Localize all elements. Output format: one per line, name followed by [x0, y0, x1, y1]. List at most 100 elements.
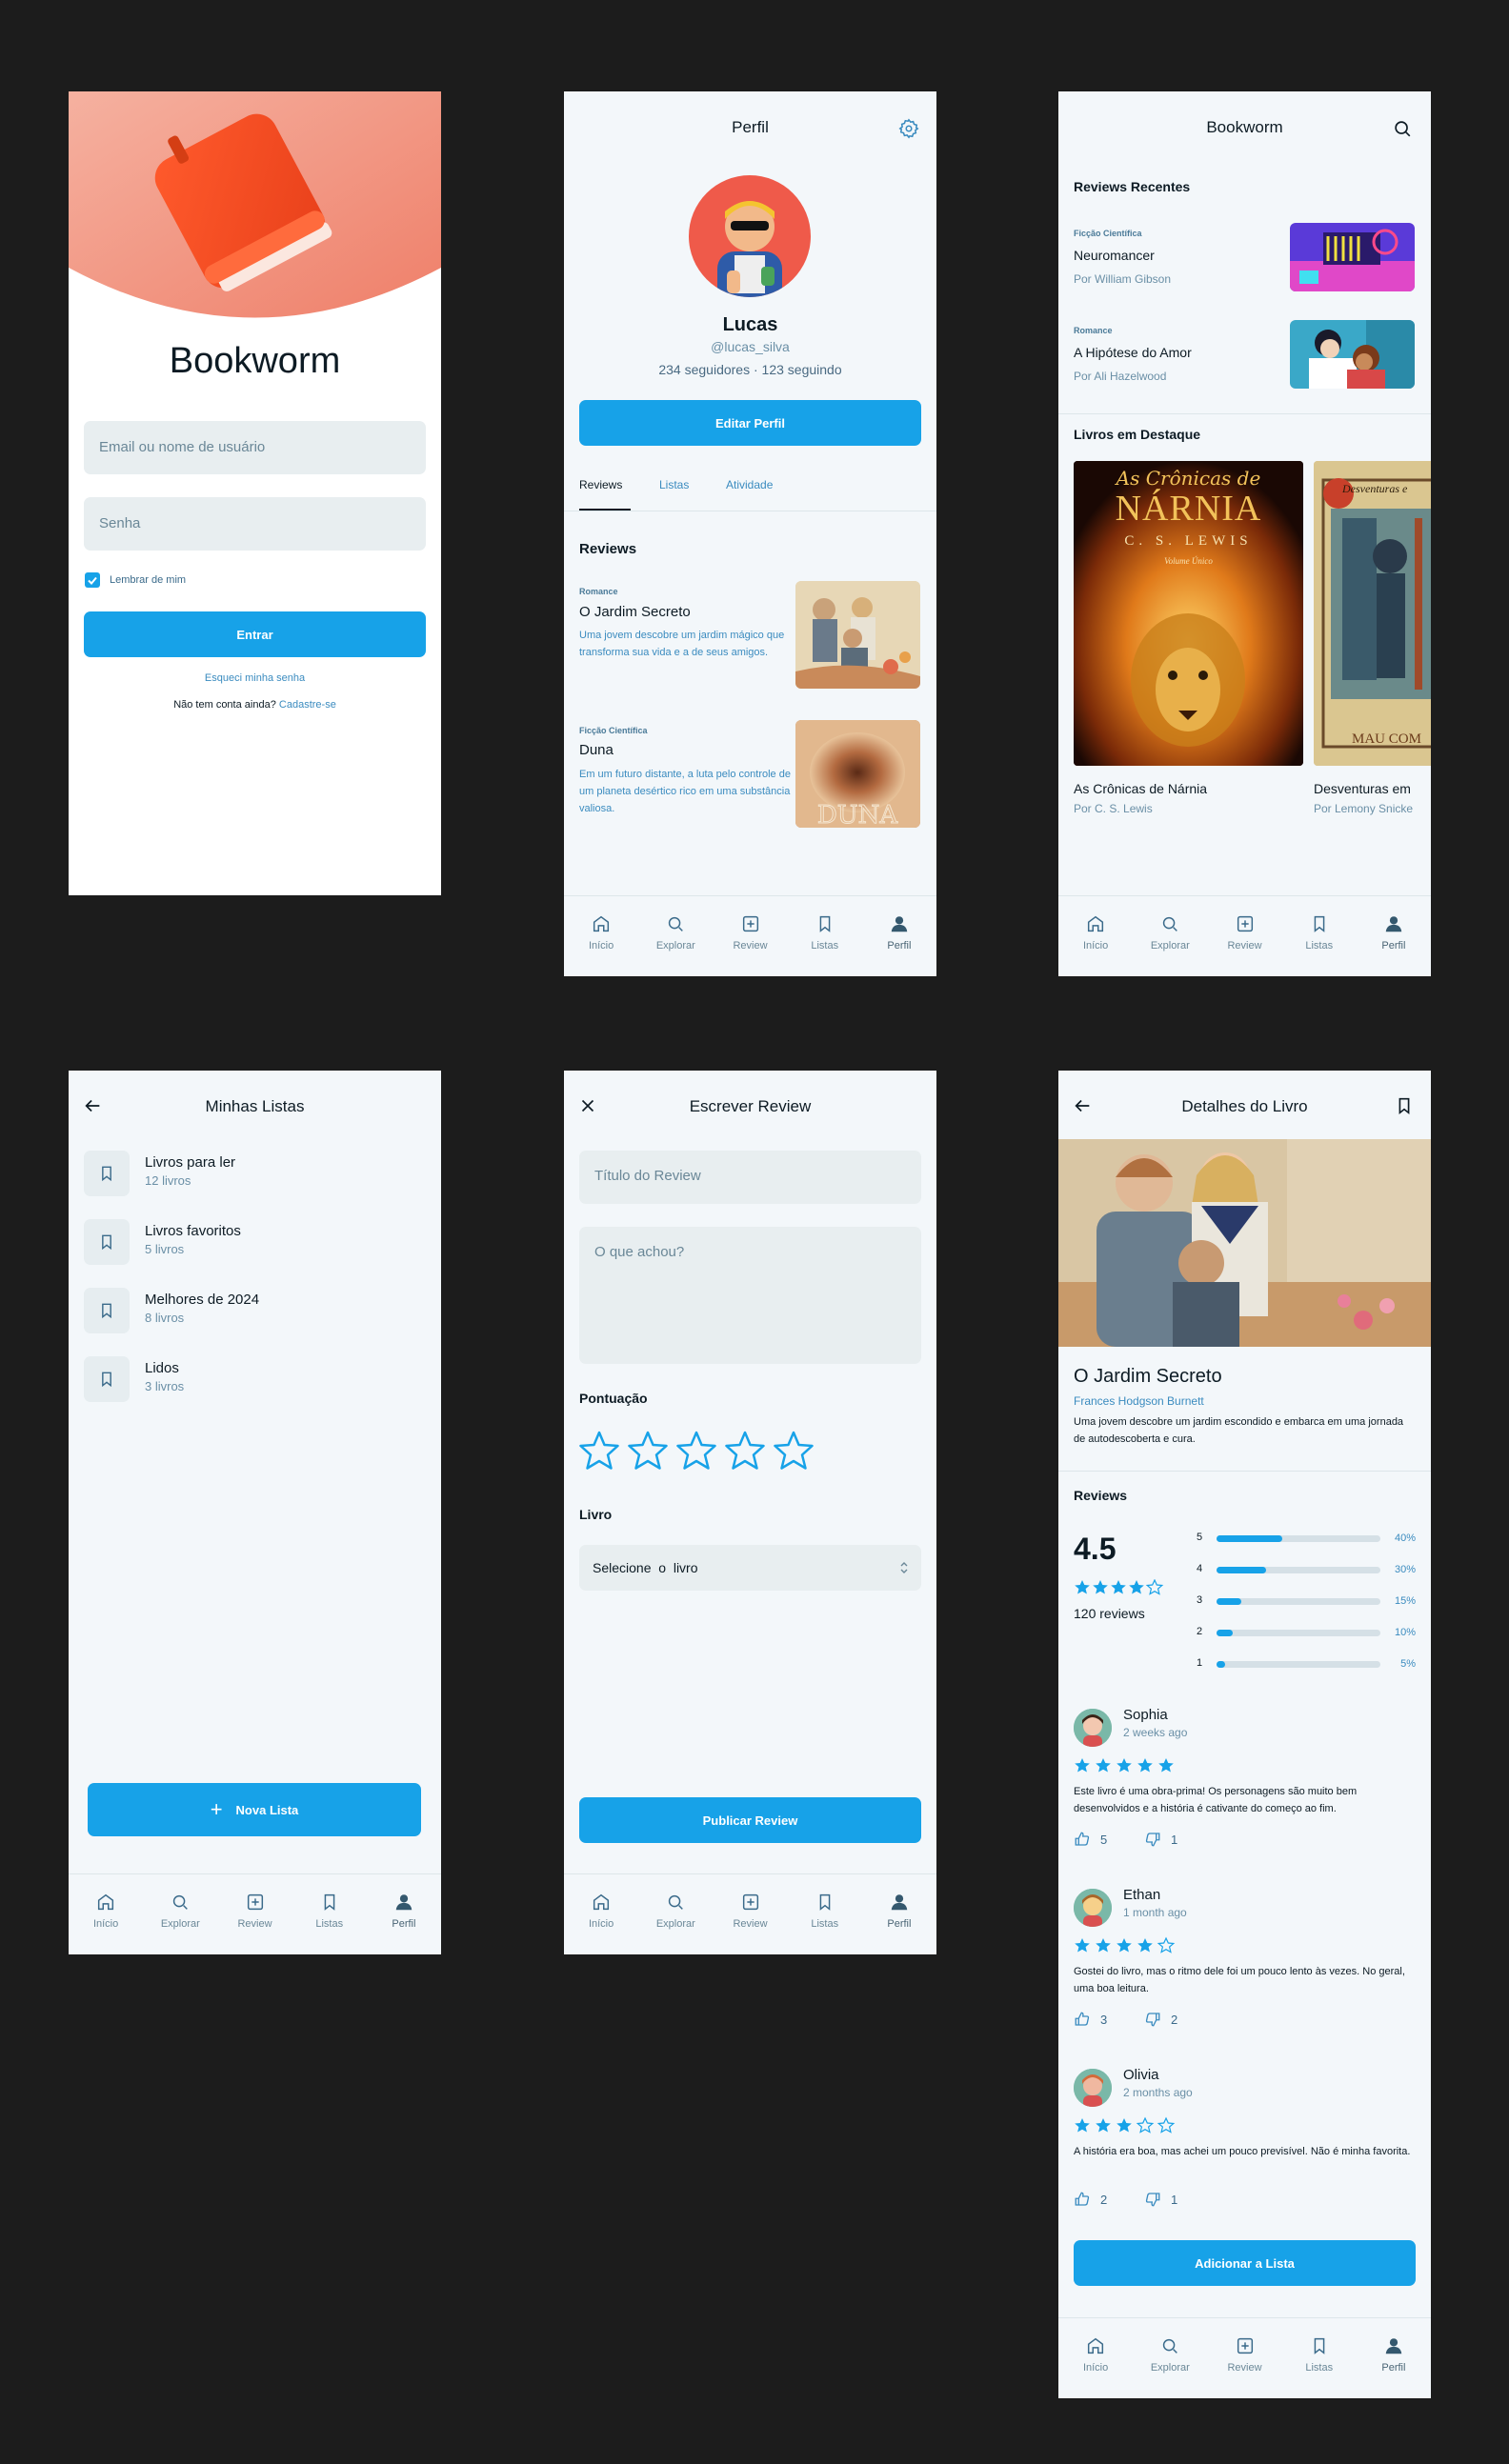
list-name[interactable]: Lidos [145, 1360, 179, 1376]
like-button[interactable]: 5 [1074, 1831, 1107, 1848]
list-icon [84, 1288, 130, 1333]
bookmark-icon[interactable] [1394, 1095, 1415, 1121]
book-cover-neuromancer[interactable] [1290, 223, 1415, 291]
add-to-list-button[interactable]: Adicionar a Lista [1074, 2240, 1416, 2286]
review-stars [1074, 2116, 1188, 2140]
nav-profile[interactable]: Perfil [862, 896, 936, 976]
distribution-star-label: 4 [1197, 1563, 1203, 1574]
nav-label: Perfil [392, 1918, 416, 1930]
tab-lists[interactable]: Listas [659, 478, 689, 491]
bottom-nav: Início Explorar Review Listas Perfil [1058, 895, 1431, 976]
nav-lists[interactable]: Listas [788, 1874, 862, 1954]
cover-author: C. S. LEWIS [1124, 533, 1253, 549]
review-title[interactable]: O Jardim Secreto [579, 604, 691, 620]
nav-profile[interactable]: Perfil [1357, 2318, 1431, 2398]
book-cover-jardim[interactable] [795, 581, 920, 689]
star-rating-input[interactable] [579, 1431, 817, 1477]
nav-review[interactable]: Review [217, 1874, 292, 1954]
distribution-star-label: 3 [1197, 1594, 1203, 1606]
bookmark-icon [1314, 915, 1325, 932]
profile-name: Lucas [722, 314, 778, 335]
cover-title-main: NÁRNIA [1115, 489, 1262, 529]
nav-review[interactable]: Review [1207, 896, 1281, 976]
nav-explore[interactable]: Explorar [1133, 2318, 1207, 2398]
distribution-bar-fill [1217, 1567, 1266, 1573]
gear-icon[interactable] [898, 118, 919, 144]
book-details-screen: Detalhes do Livro O Jardim Secreto Franc… [1058, 1071, 1431, 2398]
nav-home[interactable]: Início [1058, 2318, 1133, 2398]
home-icon [1088, 2337, 1104, 2354]
nav-explore[interactable]: Explorar [638, 1874, 713, 1954]
book-cover-duna[interactable]: DUNA [795, 720, 920, 828]
profile-screen: Perfil Lucas @lucas_silva 234 seguidores… [564, 91, 936, 976]
like-button[interactable]: 2 [1074, 2191, 1107, 2208]
comment-button[interactable]: 2 [1144, 2011, 1177, 2028]
score-label: Pontuação [579, 1391, 648, 1406]
nav-lists[interactable]: Listas [1282, 896, 1357, 976]
nav-label: Explorar [1150, 2362, 1190, 2374]
tab-activity[interactable]: Atividade [726, 478, 773, 491]
review-title[interactable]: Duna [579, 742, 614, 758]
nav-label: Perfil [887, 940, 912, 952]
book-cover-narnia[interactable]: As Crônicas de NÁRNIA C. S. LEWIS Volume… [1074, 461, 1303, 766]
like-button[interactable]: 3 [1074, 2011, 1107, 2028]
password-field[interactable]: Senha [84, 497, 426, 551]
nav-profile[interactable]: Perfil [367, 1874, 441, 1954]
list-name[interactable]: Melhores de 2024 [145, 1292, 259, 1308]
edit-profile-button[interactable]: Editar Perfil [579, 400, 921, 446]
signup-link[interactable]: Cadastre-se [279, 699, 336, 711]
comment-button[interactable]: 1 [1144, 2191, 1177, 2208]
nav-home[interactable]: Início [1058, 896, 1133, 976]
review-time: 2 months ago [1123, 2086, 1193, 2099]
nav-profile[interactable]: Perfil [1357, 896, 1431, 976]
nav-lists[interactable]: Listas [292, 1874, 367, 1954]
new-list-button[interactable]: + Nova Lista [88, 1783, 421, 1836]
remember-checkbox[interactable] [85, 572, 100, 588]
distribution-percent: 40% [1394, 1532, 1416, 1544]
distribution-bar [1217, 1535, 1380, 1542]
nav-review[interactable]: Review [1207, 2318, 1281, 2398]
nav-explore[interactable]: Explorar [143, 1874, 217, 1954]
nav-explore[interactable]: Explorar [1133, 896, 1207, 976]
search-icon [669, 1894, 684, 1910]
review-stars [1074, 1756, 1188, 1780]
review-body-input[interactable]: O que achou? [579, 1227, 921, 1364]
book-cover-hipotese[interactable] [1290, 320, 1415, 389]
review-title[interactable]: A Hipótese do Amor [1074, 345, 1192, 360]
distribution-percent: 30% [1394, 1564, 1416, 1575]
nav-home[interactable]: Início [69, 1874, 143, 1954]
add-box-icon [247, 1893, 263, 1911]
divider [1058, 1471, 1431, 1472]
enter-button[interactable]: Entrar [84, 611, 426, 657]
signup-line: Não tem conta ainda? Cadastre-se [69, 699, 441, 711]
nav-profile[interactable]: Perfil [862, 1874, 936, 1954]
reviewer-name: Olivia [1123, 2067, 1159, 2083]
email-field[interactable]: Email ou nome de usuário [84, 421, 426, 474]
bookmark-icon [102, 1303, 111, 1319]
featured-title[interactable]: Desventuras em [1314, 781, 1411, 796]
review-title[interactable]: Neuromancer [1074, 248, 1155, 263]
book-cover-desventuras[interactable]: Desventuras e MAU COM [1314, 461, 1431, 766]
nav-explore[interactable]: Explorar [638, 896, 713, 976]
app-title: Bookworm [169, 341, 341, 381]
forgot-password-link[interactable]: Esqueci minha senha [69, 672, 441, 684]
search-icon[interactable] [1392, 118, 1413, 144]
nav-review[interactable]: Review [713, 896, 787, 976]
reviews-section-title: Reviews [1074, 1488, 1128, 1503]
list-name[interactable]: Livros favoritos [145, 1223, 241, 1239]
nav-lists[interactable]: Listas [788, 896, 862, 976]
tab-reviews[interactable]: Reviews [579, 478, 622, 491]
featured-title[interactable]: As Crônicas de Nárnia [1074, 781, 1207, 796]
review-title-input[interactable]: Título do Review [579, 1151, 921, 1204]
nav-label: Explorar [655, 1918, 695, 1930]
bottom-nav: Início Explorar Review Listas Perfil [564, 1873, 936, 1954]
nav-home[interactable]: Início [564, 896, 638, 976]
publish-review-button[interactable]: Publicar Review [579, 1797, 921, 1843]
comment-button[interactable]: 1 [1144, 1831, 1177, 1848]
nav-home[interactable]: Início [564, 1874, 638, 1954]
book-select[interactable]: Selecione o livro [579, 1545, 921, 1591]
list-name[interactable]: Livros para ler [145, 1154, 235, 1171]
page-title: Bookworm [1206, 118, 1283, 136]
nav-review[interactable]: Review [713, 1874, 787, 1954]
nav-lists[interactable]: Listas [1282, 2318, 1357, 2398]
